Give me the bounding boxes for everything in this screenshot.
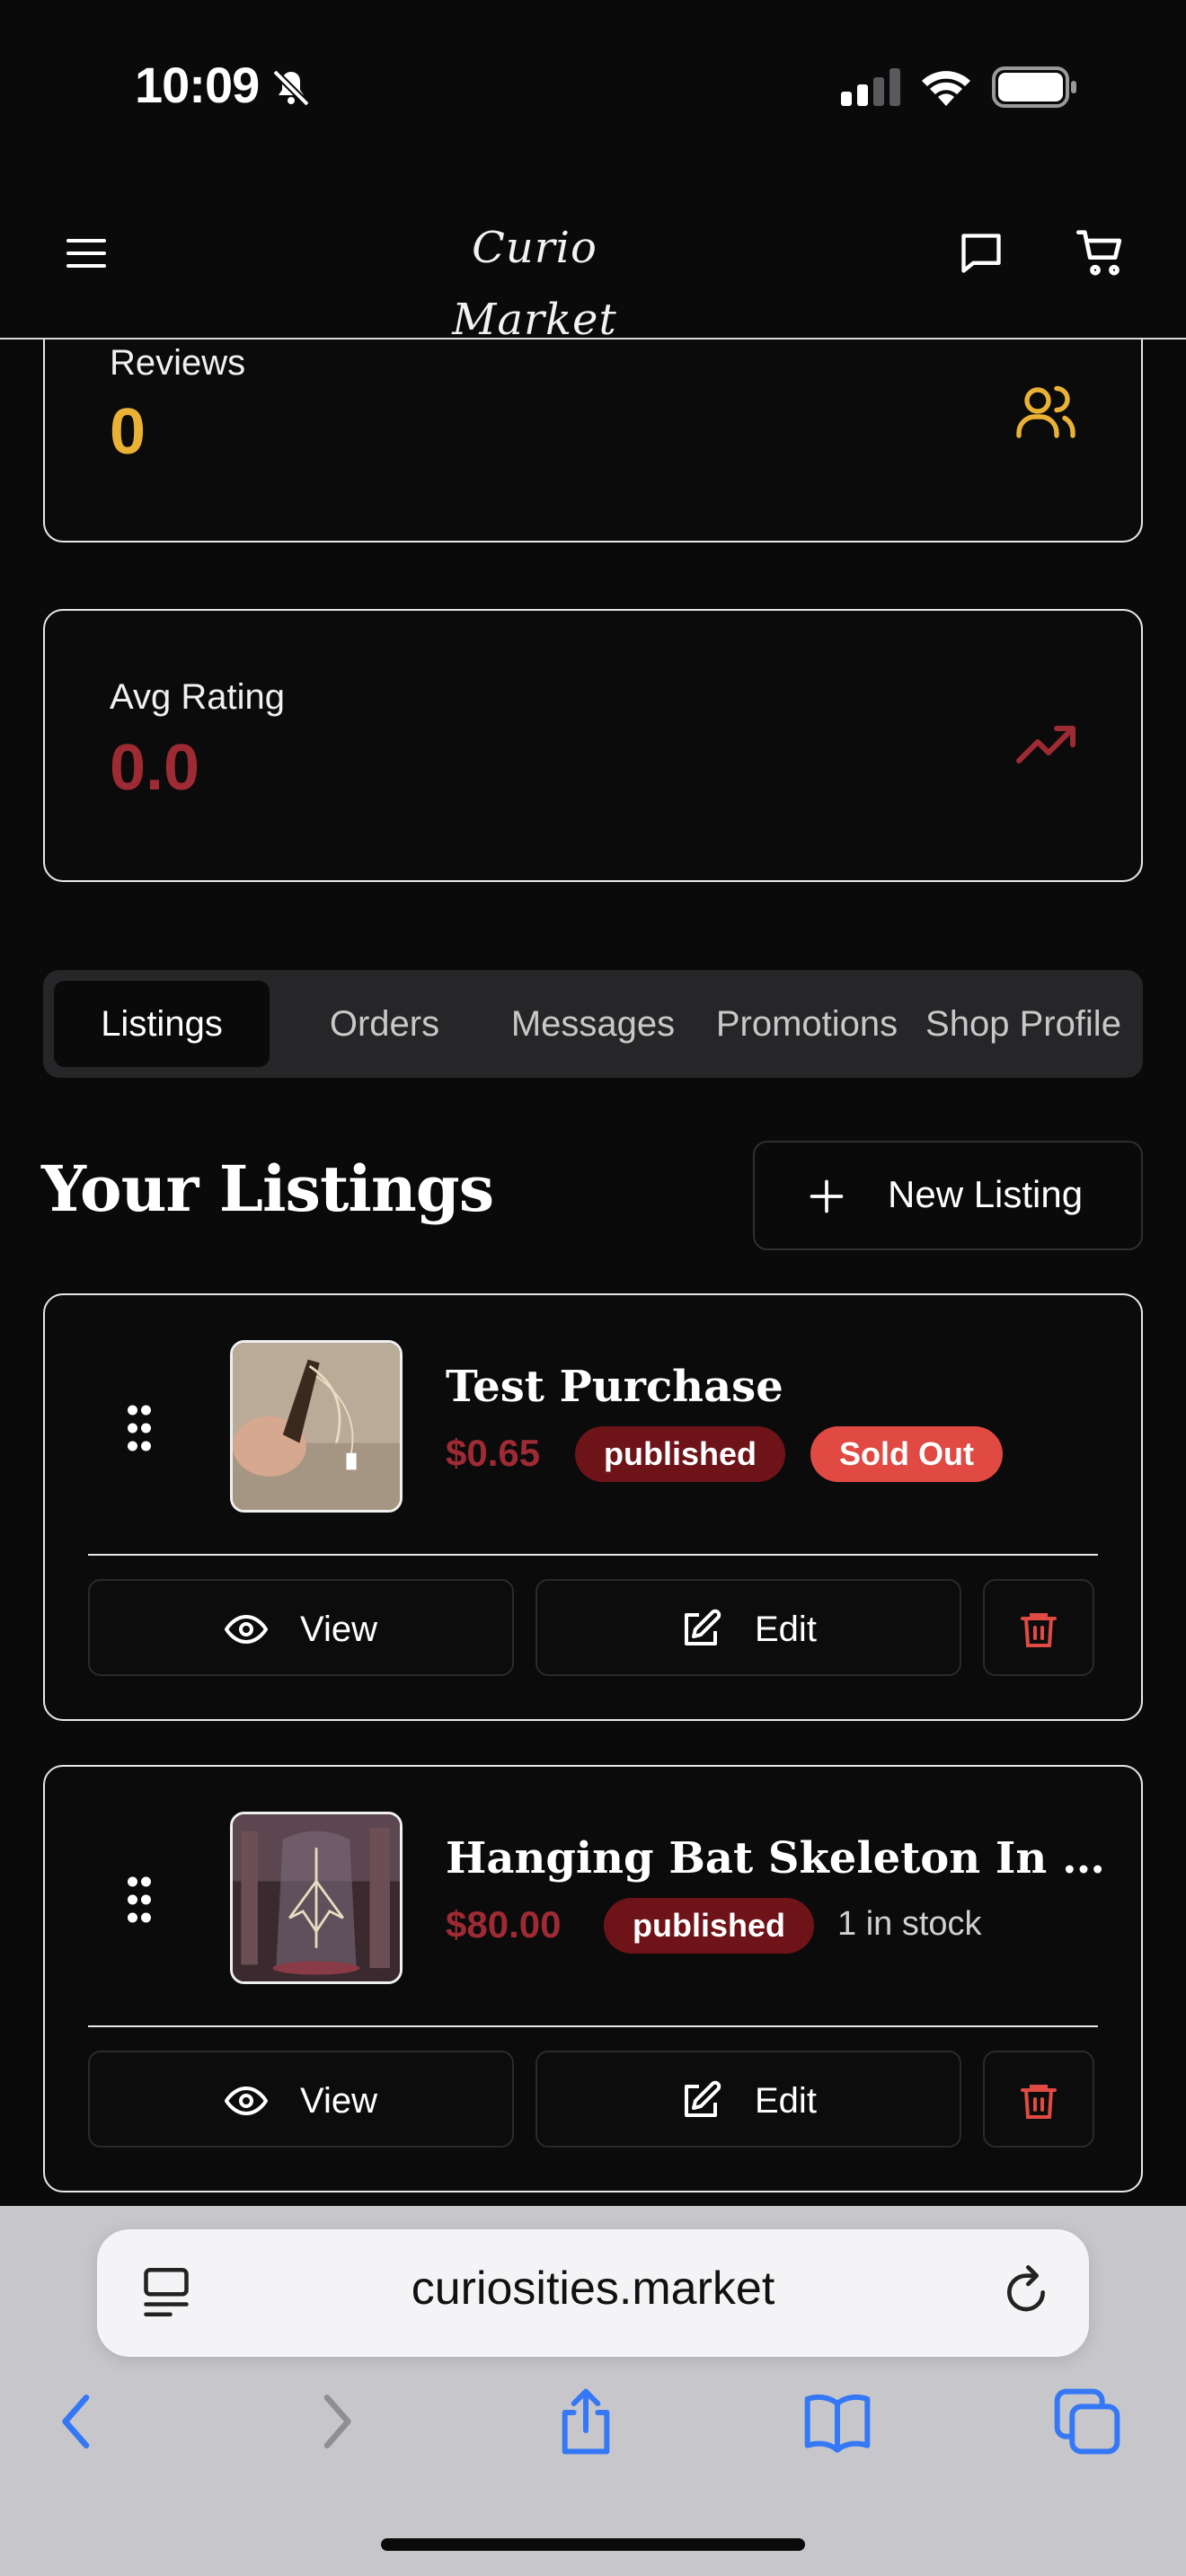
product-image: [233, 1814, 400, 1981]
tab-listings[interactable]: Listings: [54, 981, 270, 1067]
edit-label: Edit: [755, 2081, 817, 2121]
bell-slash-icon: [272, 69, 310, 107]
listing-title[interactable]: Test Purchase: [446, 1362, 783, 1412]
delete-button[interactable]: [983, 1579, 1094, 1676]
new-listing-button[interactable]: New Listing: [753, 1141, 1143, 1250]
product-image: [233, 1343, 400, 1510]
view-button[interactable]: View: [88, 1579, 514, 1676]
tab-messages[interactable]: Messages: [494, 981, 692, 1067]
edit-icon: [685, 2080, 721, 2117]
eye-icon: [225, 1614, 268, 1645]
trash-icon: [1021, 1613, 1057, 1647]
listing-price: $0.65: [446, 1432, 541, 1474]
stock-count: 1 in stock: [837, 1905, 982, 1943]
eye-icon: [225, 2086, 268, 2116]
tabs-icon[interactable]: [1051, 2386, 1123, 2457]
dashboard-tabs: Listings Orders Messages Promotions Shop…: [43, 970, 1143, 1078]
cellular-signal-icon: [841, 68, 900, 106]
tab-promotions[interactable]: Promotions: [703, 981, 911, 1067]
listing-title[interactable]: Hanging Bat Skeleton In a Glas...: [446, 1833, 1111, 1883]
edit-icon: [685, 1609, 721, 1645]
view-label: View: [300, 2081, 377, 2121]
new-listing-label: New Listing: [888, 1173, 1084, 1215]
listing-card: Hanging Bat Skeleton In a Glas... $80.00…: [43, 1765, 1143, 2192]
card-divider: [88, 1554, 1098, 1556]
battery-icon: [992, 66, 1076, 108]
edit-label: Edit: [755, 1610, 817, 1649]
trash-icon: [1021, 2085, 1057, 2119]
view-button[interactable]: View: [88, 2051, 514, 2148]
status-badge: published: [604, 1898, 814, 1954]
page-title: Your Listings: [41, 1151, 494, 1226]
listing-card: Test Purchase $0.65 published Sold Out V…: [43, 1293, 1143, 1721]
reviews-label: Reviews: [110, 343, 246, 383]
reviews-value: 0: [110, 396, 146, 468]
edit-button[interactable]: Edit: [535, 1579, 961, 1676]
status-time: 10:09: [135, 57, 260, 113]
sold-out-badge: Sold Out: [810, 1426, 1003, 1482]
edit-button[interactable]: Edit: [535, 2051, 961, 2148]
listing-thumbnail[interactable]: [230, 1812, 403, 1984]
cart-icon[interactable]: [1076, 228, 1127, 278]
listing-price: $80.00: [446, 1903, 562, 1945]
home-indicator: [381, 2538, 805, 2551]
avg-rating-label: Avg Rating: [110, 677, 285, 717]
share-icon[interactable]: [550, 2386, 622, 2457]
url-text[interactable]: curiosities.market: [97, 2262, 1089, 2316]
status-badge: published: [575, 1426, 785, 1482]
messages-icon[interactable]: [958, 230, 1005, 277]
card-divider: [88, 2025, 1098, 2027]
wifi-icon: [922, 71, 970, 106]
reload-icon[interactable]: [1001, 2262, 1051, 2319]
listing-thumbnail[interactable]: [230, 1340, 403, 1513]
tab-orders[interactable]: Orders: [286, 981, 483, 1067]
drag-handle-icon[interactable]: [126, 1875, 153, 1925]
plus-icon: [810, 1179, 844, 1213]
forward-icon[interactable]: [300, 2386, 372, 2457]
avg-rating-value: 0.0: [110, 732, 200, 804]
avg-rating-stat-card: Avg Rating 0.0: [43, 609, 1143, 882]
tab-shop-profile[interactable]: Shop Profile: [911, 981, 1136, 1067]
bookmarks-icon[interactable]: [801, 2386, 873, 2457]
drag-handle-icon[interactable]: [126, 1403, 153, 1453]
delete-button[interactable]: [983, 2051, 1094, 2148]
users-icon: [1016, 385, 1075, 438]
back-icon[interactable]: [41, 2386, 113, 2457]
site-logo[interactable]: Curio Market: [386, 212, 683, 345]
trending-up-icon: [1016, 726, 1075, 763]
menu-icon[interactable]: [65, 235, 108, 271]
view-label: View: [300, 1610, 377, 1649]
